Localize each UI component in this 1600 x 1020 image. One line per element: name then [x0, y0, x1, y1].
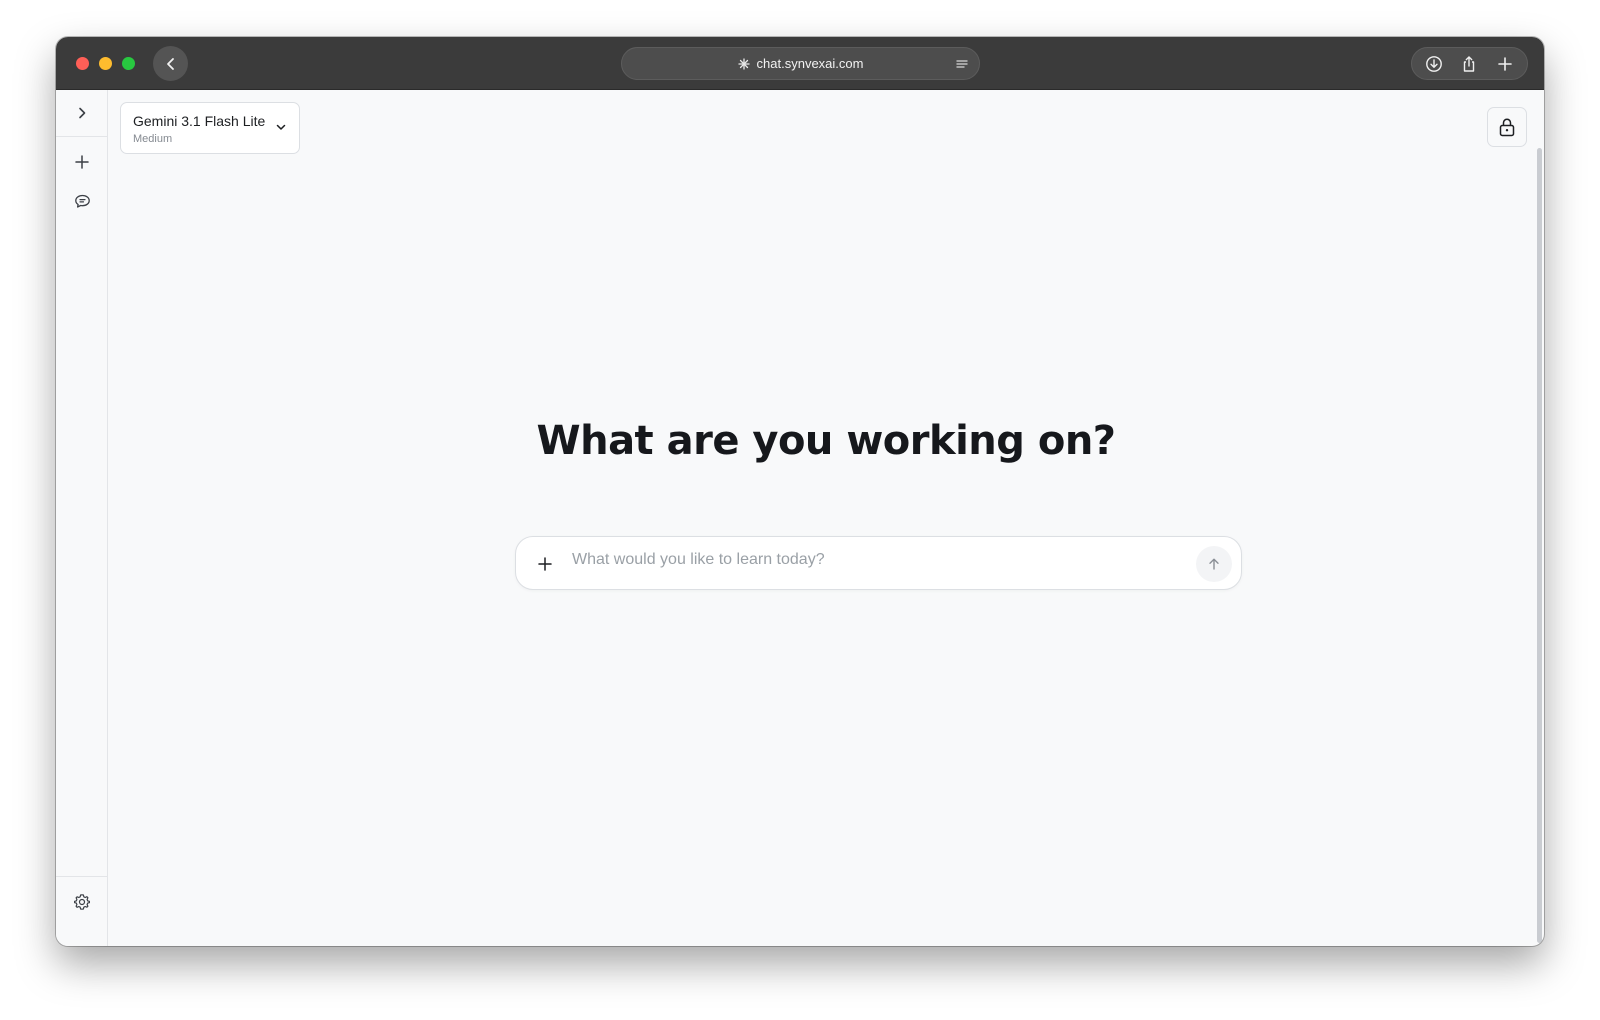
new-tab-button[interactable]	[1491, 50, 1519, 78]
chat-bubble-icon	[74, 193, 91, 210]
sidebar-divider	[56, 136, 108, 137]
sidebar-bottom-divider	[56, 876, 108, 877]
zoom-window-button[interactable]	[122, 57, 135, 70]
reader-lines-icon[interactable]	[955, 57, 969, 71]
sidebar	[56, 90, 108, 946]
chevron-left-icon	[164, 57, 178, 71]
toolbar-actions	[1411, 47, 1528, 80]
minimize-window-button[interactable]	[99, 57, 112, 70]
browser-toolbar: chat.synvexai.com	[56, 37, 1544, 90]
scrollbar[interactable]	[1537, 148, 1542, 943]
model-selector[interactable]: Gemini 3.1 Flash Lite Medium	[120, 102, 300, 154]
download-icon	[1425, 55, 1443, 73]
expand-sidebar-button[interactable]	[69, 100, 95, 126]
model-level: Medium	[133, 133, 173, 145]
send-button[interactable]	[1196, 546, 1232, 582]
model-name: Gemini 3.1 Flash Lite	[133, 113, 266, 129]
page-title: What are you working on?	[536, 418, 1116, 464]
chevron-down-icon	[275, 121, 287, 133]
browser-window: chat.synvexai.com Gemini 3.1 Flash Lite …	[56, 37, 1544, 946]
share-button[interactable]	[1455, 50, 1483, 78]
share-icon	[1460, 55, 1478, 73]
chevron-right-icon	[75, 106, 89, 120]
prompt-input[interactable]	[572, 547, 1172, 573]
prompt-composer	[515, 536, 1242, 590]
plus-icon	[537, 556, 553, 572]
attach-button[interactable]	[534, 553, 556, 575]
back-button[interactable]	[153, 46, 188, 81]
settings-button[interactable]	[69, 889, 95, 915]
gear-icon	[73, 893, 91, 911]
plus-icon	[74, 154, 90, 170]
new-chat-button[interactable]	[69, 149, 95, 175]
close-window-button[interactable]	[76, 57, 89, 70]
address-bar[interactable]: chat.synvexai.com	[621, 47, 980, 80]
main-content: Gemini 3.1 Flash Lite Medium What are yo…	[108, 90, 1544, 946]
download-button[interactable]	[1420, 50, 1448, 78]
lock-icon	[1498, 117, 1516, 137]
asterisk-icon	[737, 57, 750, 70]
plus-icon	[1497, 56, 1513, 72]
arrow-up-icon	[1207, 557, 1221, 571]
private-mode-button[interactable]	[1487, 107, 1527, 147]
chat-history-button[interactable]	[69, 188, 95, 214]
url-text: chat.synvexai.com	[756, 56, 864, 71]
